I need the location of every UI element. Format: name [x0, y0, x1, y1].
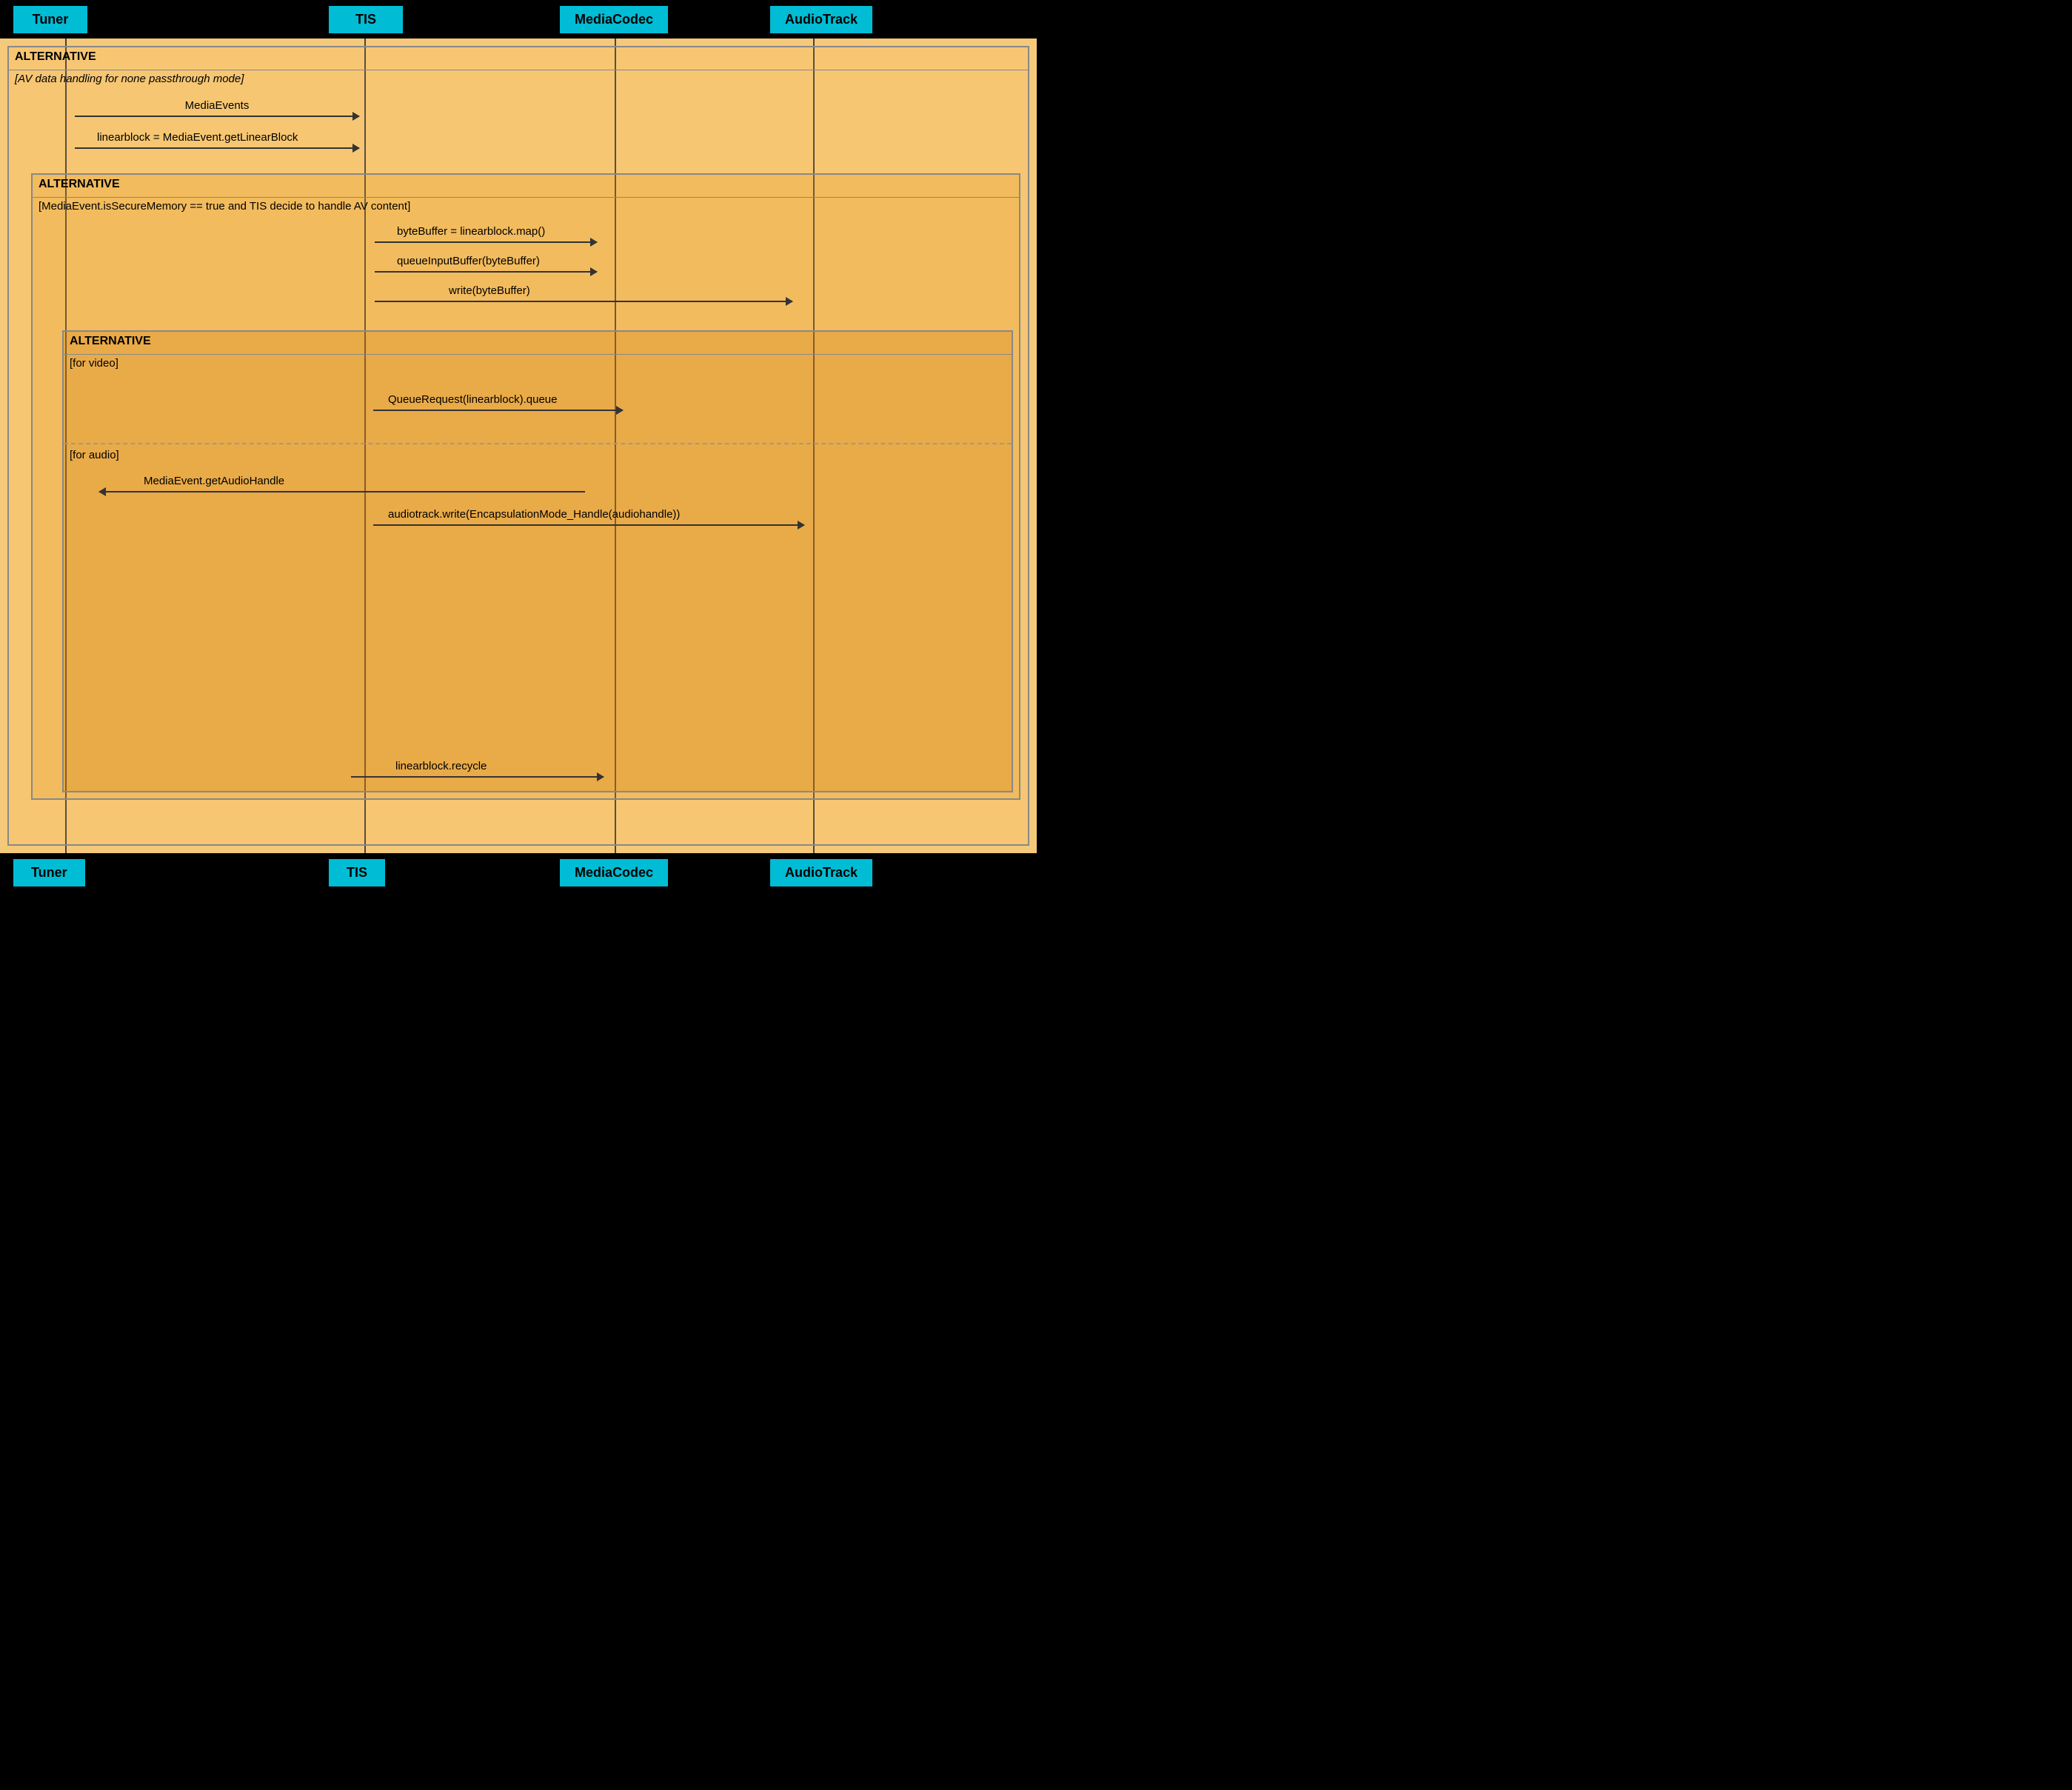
participant-audiotrack-bottom: AudioTrack: [770, 859, 872, 886]
arrow-queuerequest-label: QueueRequest(linearblock).queue: [388, 393, 557, 406]
outer-alt-label: ALTERNATIVE: [15, 50, 96, 63]
dashed-separator: [64, 443, 1012, 444]
arrow-getaudiohandle: MediaEvent.getAudioHandle: [99, 491, 585, 492]
footer-bar: Tuner TIS MediaCodec AudioTrack: [0, 853, 1037, 892]
arrow-getaudiohandle-label: MediaEvent.getAudioHandle: [144, 475, 284, 487]
inner-alt1-box: ALTERNATIVE [MediaEvent.isSecureMemory =…: [31, 173, 1020, 800]
arrow-getlinearblock-label: linearblock = MediaEvent.getLinearBlock: [97, 131, 298, 144]
arrow-queueinputbuffer-label: queueInputBuffer(byteBuffer): [397, 255, 540, 267]
participant-mediacodec-top: MediaCodec: [560, 6, 668, 33]
inner-alt2-condition-audio: [for audio]: [70, 449, 119, 461]
arrow-getlinearblock: linearblock = MediaEvent.getLinearBlock: [75, 147, 359, 149]
arrow-bytebuffer-map-label: byteBuffer = linearblock.map(): [397, 225, 545, 238]
arrow-recycle: linearblock.recycle: [351, 776, 604, 778]
inner-alt2-box: ALTERNATIVE [for video] QueueRequest(lin…: [62, 330, 1013, 792]
participant-tuner-top: Tuner: [13, 6, 87, 33]
inner-alt2-condition-video: [for video]: [70, 357, 118, 370]
arrow-queueinputbuffer: queueInputBuffer(byteBuffer): [375, 271, 597, 273]
outer-alt-box: ALTERNATIVE [AV data handling for none p…: [7, 46, 1029, 846]
arrow-mediaevents: MediaEvents: [75, 116, 359, 117]
participant-tis-top: TIS: [329, 6, 403, 33]
arrow-write-bytebuffer-label: write(byteBuffer): [449, 284, 530, 297]
sequence-diagram: Tuner TIS MediaCodec AudioTrack ALTERNAT…: [0, 0, 1037, 892]
arrow-mediaevents-head: [352, 112, 360, 121]
header-bar: Tuner TIS MediaCodec AudioTrack: [0, 0, 1037, 39]
inner-alt1-label: ALTERNATIVE: [39, 178, 120, 190]
participant-audiotrack-top: AudioTrack: [770, 6, 872, 33]
inner-alt2-label: ALTERNATIVE: [70, 335, 151, 347]
arrow-write-bytebuffer: write(byteBuffer): [375, 301, 792, 302]
arrow-bytebuffer-map: byteBuffer = linearblock.map(): [375, 241, 597, 243]
participant-tis-bottom: TIS: [329, 859, 385, 886]
participant-tuner-bottom: Tuner: [13, 859, 85, 886]
outer-alt-condition: [AV data handling for none passthrough m…: [15, 73, 244, 85]
participant-mediacodec-bottom: MediaCodec: [560, 859, 668, 886]
arrow-audiotrack-write: audiotrack.write(EncapsulationMode_Handl…: [373, 524, 804, 526]
arrow-audiotrack-write-label: audiotrack.write(EncapsulationMode_Handl…: [388, 508, 680, 521]
inner-alt1-condition: [MediaEvent.isSecureMemory == true and T…: [39, 200, 410, 213]
arrow-mediaevents-label: MediaEvents: [185, 99, 250, 112]
arrow-queuerequest: QueueRequest(linearblock).queue: [373, 410, 623, 411]
diagram-area: ALTERNATIVE [AV data handling for none p…: [0, 39, 1037, 853]
arrow-recycle-label: linearblock.recycle: [395, 760, 487, 772]
